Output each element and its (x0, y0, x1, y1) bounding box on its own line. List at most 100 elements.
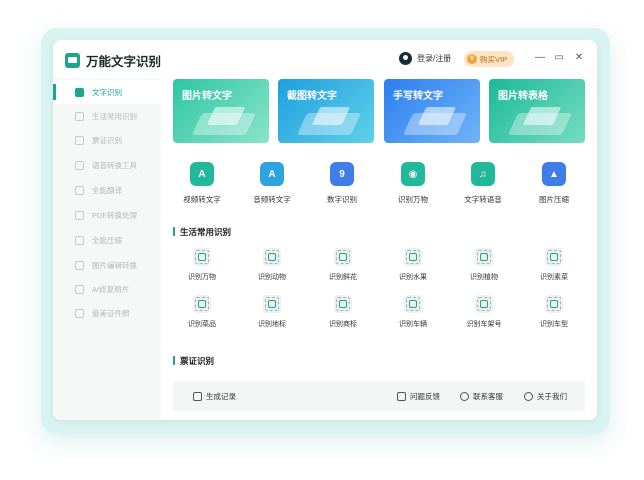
tool-video-to-text[interactable]: A 视频转文字 (173, 154, 231, 212)
sidebar-item-translate[interactable]: 全能翻译 (53, 178, 161, 202)
sidebar-item-ticket-recognition[interactable]: 票证识别 (53, 128, 161, 152)
life-item-label: 识别素菜 (540, 274, 568, 281)
compress-icon (75, 235, 84, 245)
banner-title: 图片转表格 (498, 91, 548, 102)
sidebar-item-image-edit[interactable]: 图片编辑转换 (53, 253, 161, 277)
eye-scan-icon: ◉ (401, 162, 425, 186)
scan-flower-icon (334, 248, 352, 266)
life-item-fruit[interactable]: 识别水果 (384, 248, 442, 292)
login-button[interactable]: 登录/注册 (399, 52, 451, 65)
life-item-vin[interactable]: 识别车架号 (455, 295, 513, 339)
life-item-label: 识别万物 (188, 274, 216, 281)
life-item-dish[interactable]: 识别菜品 (173, 295, 231, 339)
life-item-vegetable[interactable]: 识别素菜 (525, 248, 583, 292)
banner-screenshot-to-text[interactable]: 截图转文字 (278, 79, 374, 143)
sidebar-item-label: 全能翻译 (92, 185, 122, 195)
tool-text-to-speech[interactable]: ♫ 文字转语音 (454, 154, 512, 212)
video-text-icon: A (190, 162, 214, 186)
buy-vip-button[interactable]: V 购买VIP (464, 51, 515, 67)
banner-image-to-text[interactable]: 图片转文字 (173, 79, 269, 143)
life-item-label: 识别商标 (329, 321, 357, 328)
feedback-label: 问题反馈 (410, 391, 440, 401)
sidebar-item-life-recognition[interactable]: 生活常用识别 (53, 104, 161, 128)
tool-number-recognition[interactable]: 9 数字识别 (313, 154, 371, 212)
user-avatar-icon (399, 52, 412, 65)
app-logo-icon (65, 53, 80, 68)
minimize-button[interactable]: — (534, 52, 546, 63)
scan-landmark-icon (263, 295, 281, 313)
life-item-vehicle[interactable]: 识别车辆 (384, 295, 442, 339)
life-item-label: 识别车架号 (466, 321, 502, 328)
tool-recognize-everything[interactable]: ◉ 识别万物 (384, 154, 442, 212)
tool-label: 识别万物 (398, 195, 428, 204)
about-label: 关于我们 (537, 391, 567, 401)
life-item-landmark[interactable]: 识别地标 (243, 295, 301, 339)
maximize-button[interactable]: ▭ (553, 52, 565, 63)
audio-text-icon: A (260, 162, 284, 186)
life-item-label: 识别菜品 (188, 321, 216, 328)
life-item-car-model[interactable]: 识别车型 (525, 295, 583, 339)
sidebar-item-text-recognition[interactable]: 文字识别 (53, 80, 161, 104)
sidebar-item-label: 文字识别 (92, 87, 122, 97)
sidebar-item-label: 生活常用识别 (92, 111, 137, 121)
tool-label: 文字转语音 (464, 195, 502, 204)
history-button[interactable]: 生成记录 (193, 391, 236, 402)
scan-icon (75, 87, 84, 97)
life-item-plant[interactable]: 识别植物 (455, 248, 513, 292)
number-icon: 9 (330, 162, 354, 186)
history-icon (193, 391, 202, 401)
life-item-label: 识别鲜花 (329, 274, 357, 281)
sidebar-item-pdf[interactable]: PDF转换处理 (53, 203, 161, 227)
sidebar-item-label: AI修复照片 (92, 284, 130, 294)
life-recognition-grid: 识别万物 识别动物 识别鲜花 识别水果 识别植物 识别素菜 识别菜品 识别地标 … (173, 244, 585, 344)
app-logo: 万能文字识别 (65, 51, 161, 70)
life-item-label: 识别水果 (399, 274, 427, 281)
life-item-label: 识别地标 (258, 321, 286, 328)
scan-plant-icon (475, 248, 493, 266)
life-item-label: 识别动物 (258, 274, 286, 281)
banner-title: 图片转文字 (182, 91, 232, 102)
id-photo-icon (75, 308, 84, 318)
feedback-button[interactable]: 问题反馈 (397, 391, 440, 402)
banner-image-to-table[interactable]: 图片转表格 (489, 79, 585, 143)
life-item-trademark[interactable]: 识别商标 (314, 295, 372, 339)
translate-icon (75, 185, 84, 195)
feedback-icon (397, 391, 406, 401)
vip-badge-icon: V (467, 54, 477, 64)
banner-handwriting-to-text[interactable]: 手写转文字 (384, 79, 480, 143)
sidebar: 文字识别 生活常用识别 票证识别 语音转换工具 全能翻译 PDF转换处理 全能压… (53, 78, 161, 420)
scan-trademark-icon (334, 295, 352, 313)
life-item-everything[interactable]: 识别万物 (173, 248, 231, 292)
support-icon (460, 391, 469, 401)
tool-audio-to-text[interactable]: A 音频转文字 (243, 154, 301, 212)
support-label: 联系客服 (473, 391, 503, 401)
life-item-label: 识别车辆 (399, 321, 427, 328)
tool-image-compress[interactable]: ▲ 图片压缩 (525, 154, 583, 212)
sidebar-item-voice-tools[interactable]: 语音转换工具 (53, 153, 161, 177)
support-button[interactable]: 联系客服 (460, 391, 503, 402)
sidebar-item-id-photo[interactable]: 最美证件照 (53, 301, 161, 325)
tool-label: 音频转文字 (253, 195, 291, 204)
about-button[interactable]: 关于我们 (524, 391, 567, 402)
sidebar-item-label: 图片编辑转换 (92, 260, 137, 270)
voice-icon (75, 160, 84, 170)
sidebar-item-label: 语音转换工具 (92, 160, 137, 170)
text-voice-icon: ♫ (471, 162, 495, 186)
scan-vegetable-icon (545, 248, 563, 266)
sidebar-item-compress[interactable]: 全能压缩 (53, 228, 161, 252)
history-label: 生成记录 (206, 391, 236, 401)
image-edit-icon (75, 260, 84, 270)
close-button[interactable]: ✕ (573, 52, 585, 63)
life-item-flower[interactable]: 识别鲜花 (314, 248, 372, 292)
tool-label: 图片压缩 (539, 195, 569, 204)
banner-title: 截图转文字 (287, 91, 337, 102)
scan-dish-icon (193, 295, 211, 313)
pdf-icon (75, 210, 84, 220)
sidebar-item-label: 全能压缩 (92, 235, 122, 245)
title-bar: 万能文字识别 登录/注册 V 购买VIP — ▭ ✕ (53, 40, 597, 78)
life-item-animal[interactable]: 识别动物 (243, 248, 301, 292)
tool-label: 视频转文字 (183, 195, 221, 204)
scan-vehicle-icon (404, 295, 422, 313)
app-title: 万能文字识别 (86, 55, 162, 69)
sidebar-item-ai-repair[interactable]: AI修复照片 (53, 277, 161, 301)
